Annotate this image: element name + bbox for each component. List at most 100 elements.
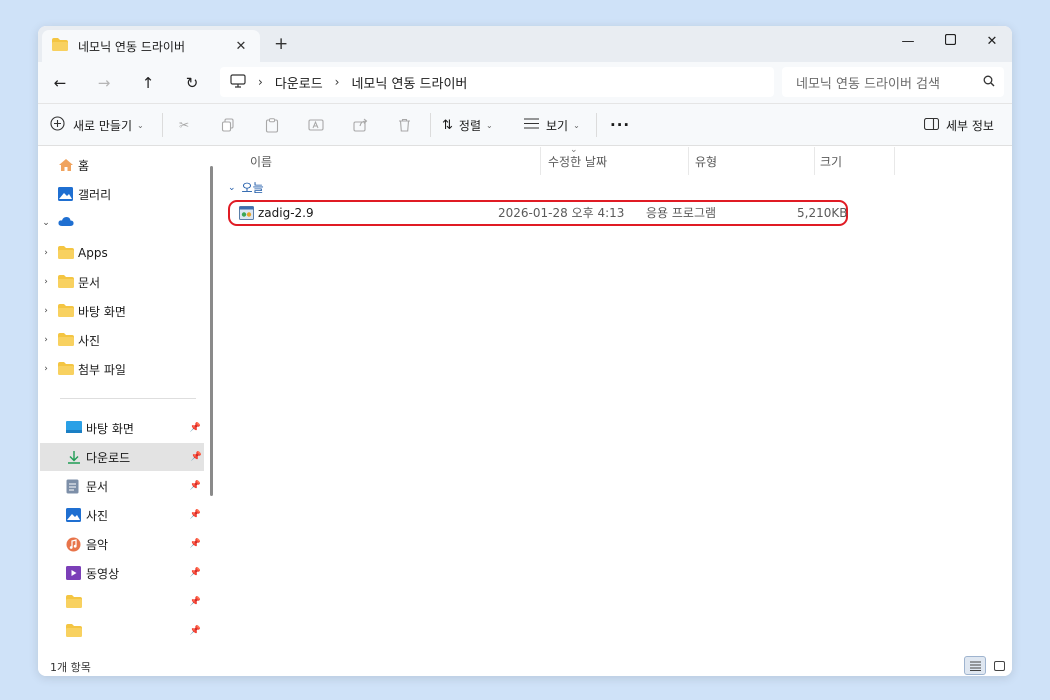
close-tab-icon[interactable]: ✕ [230, 39, 252, 54]
chevron-down-icon: ⌄ [486, 120, 493, 130]
column-header-modified[interactable]: 수정한 날짜 [548, 147, 607, 175]
item-count: 1개 항목 [50, 661, 91, 674]
tiles-view-icon[interactable] [988, 656, 1010, 675]
toolbar-divider [430, 113, 431, 137]
sidebar-item-folder[interactable]: 📌 [40, 588, 203, 616]
folder-icon [58, 333, 74, 347]
chevron-right-icon[interactable]: › [40, 306, 52, 316]
chevron-down-icon: ⌄ [137, 120, 144, 130]
chevron-right-icon: › [258, 75, 263, 89]
application-icon [239, 205, 254, 220]
pin-icon[interactable]: 📌 [191, 452, 202, 462]
address-bar[interactable]: › 다운로드 › 네모닉 연동 드라이버 [220, 67, 774, 97]
sidebar-item-home[interactable]: 홈 [40, 151, 203, 179]
chevron-right-icon[interactable]: › [40, 335, 52, 345]
details-pane-button[interactable]: 세부 정보 [923, 113, 994, 137]
column-header-name[interactable]: 이름 [250, 147, 272, 175]
pin-icon[interactable]: 📌 [190, 626, 201, 636]
rename-icon[interactable] [304, 113, 328, 137]
pin-icon[interactable]: 📌 [190, 568, 201, 578]
sidebar-item-pictures[interactable]: 사진 📌 [40, 501, 203, 529]
column-header-size[interactable]: 크기 [820, 147, 842, 175]
table-row[interactable]: zadig-2.9 2026-01-28 오후 4:13 응용 프로그램 5,2… [228, 200, 848, 226]
view-label: 보기 [546, 118, 569, 133]
column-header-type[interactable]: 유형 [695, 147, 717, 175]
search-input[interactable]: 네모닉 연동 드라이버 검색 [796, 73, 974, 92]
close-window-icon[interactable]: ✕ [970, 28, 1012, 56]
pin-icon[interactable]: 📌 [190, 539, 201, 549]
copy-icon[interactable] [216, 113, 240, 137]
search-box[interactable]: 네모닉 연동 드라이버 검색 [782, 67, 1004, 97]
breadcrumb-downloads[interactable]: 다운로드 [275, 73, 323, 92]
sidebar-item-pictures-tree[interactable]: › 사진 [40, 326, 203, 354]
paste-icon[interactable] [260, 113, 284, 137]
sort-label: 정렬 [458, 118, 481, 133]
sidebar-item-desktop-tree[interactable]: › 바탕 화면 [40, 297, 203, 325]
column-divider[interactable] [814, 147, 815, 175]
chevron-right-icon[interactable]: › [40, 248, 52, 258]
pin-icon[interactable]: 📌 [190, 510, 201, 520]
gallery-icon [58, 187, 74, 201]
file-type: 응용 프로그램 [646, 206, 717, 220]
computer-icon [230, 73, 246, 91]
minimize-icon[interactable]: — [886, 28, 930, 56]
new-tab-icon[interactable]: + [274, 34, 288, 54]
search-icon[interactable] [974, 75, 1004, 90]
forward-icon[interactable]: → [90, 70, 118, 96]
sidebar-item-gallery[interactable]: 갤러리 [40, 180, 203, 208]
navigation-pane: 홈 갤러리 ⌄ › Apps › 문서 › 바탕 화면 › 사진 › 첨부 파일… [38, 147, 218, 655]
column-divider[interactable] [688, 147, 689, 175]
sidebar-item-videos[interactable]: 동영상 📌 [40, 559, 203, 587]
sidebar-item-desktop[interactable]: 바탕 화면 📌 [40, 414, 203, 442]
file-name: zadig-2.9 [258, 205, 314, 220]
delete-icon[interactable] [392, 113, 416, 137]
more-icon[interactable]: ··· [610, 113, 630, 137]
share-icon[interactable] [348, 113, 372, 137]
document-icon [66, 479, 82, 494]
sidebar-scrollbar[interactable] [210, 166, 213, 496]
chevron-right-icon[interactable]: › [40, 277, 52, 287]
chevron-right-icon: › [334, 75, 340, 89]
sidebar-item-label: 사진 [78, 333, 101, 348]
toolbar-divider [596, 113, 597, 137]
sidebar-item-documents[interactable]: 문서 📌 [40, 472, 203, 500]
chevron-right-icon[interactable]: › [40, 364, 52, 374]
view-button[interactable]: 보기 ⌄ [524, 113, 580, 137]
sidebar-item-documents-tree[interactable]: › 문서 [40, 268, 203, 296]
sidebar-item-downloads[interactable]: 다운로드 📌 [40, 443, 204, 471]
details-view-icon[interactable] [964, 656, 986, 675]
maximize-icon[interactable] [928, 28, 972, 56]
sidebar-item-label: 첨부 파일 [78, 362, 126, 377]
refresh-icon[interactable]: ↻ [178, 70, 206, 96]
group-header-today[interactable]: ⌄ 오늘 [228, 179, 264, 196]
file-name-cell: zadig-2.9 [239, 202, 314, 223]
back-icon[interactable]: ← [46, 70, 74, 96]
sidebar-item-label: 갤러리 [78, 187, 112, 202]
pin-icon[interactable]: 📌 [190, 481, 201, 491]
tab-active[interactable]: 네모닉 연동 드라이버 ✕ [42, 30, 260, 62]
cut-icon[interactable]: ✂ [172, 113, 196, 137]
column-divider[interactable] [894, 147, 895, 175]
column-divider[interactable] [540, 147, 541, 175]
file-size: 5,210KB [797, 205, 848, 220]
desktop-icon [66, 421, 82, 435]
sidebar-item-apps[interactable]: › Apps [40, 239, 203, 267]
chevron-down-icon[interactable]: ⌄ [40, 218, 52, 228]
sidebar-item-label: 문서 [86, 479, 109, 494]
title-bar: 네모닉 연동 드라이버 ✕ + — ✕ [38, 26, 1012, 62]
pin-icon[interactable]: 📌 [190, 597, 201, 607]
folder-icon [58, 275, 74, 289]
sidebar-item-attachments[interactable]: › 첨부 파일 [40, 355, 203, 383]
breadcrumb-current[interactable]: 네모닉 연동 드라이버 [351, 73, 467, 92]
new-button[interactable]: 새로 만들기 ⌄ [50, 113, 144, 137]
sidebar-item-onedrive[interactable]: ⌄ [40, 209, 203, 237]
sort-icon: ⇅ [442, 117, 453, 133]
sidebar-item-label: 동영상 [86, 566, 120, 581]
sidebar-item-music[interactable]: 음악 📌 [40, 530, 203, 558]
pin-icon[interactable]: 📌 [190, 423, 201, 433]
details-pane-icon [923, 117, 940, 133]
command-toolbar: 새로 만들기 ⌄ ✂ ⇅ 정렬 ⌄ 보기 ⌄ ··· 세부 정보 [38, 104, 1012, 146]
up-icon[interactable]: ↑ [134, 70, 162, 96]
sidebar-item-folder[interactable]: 📌 [40, 617, 203, 645]
sort-button[interactable]: ⇅ 정렬 ⌄ [442, 113, 493, 137]
